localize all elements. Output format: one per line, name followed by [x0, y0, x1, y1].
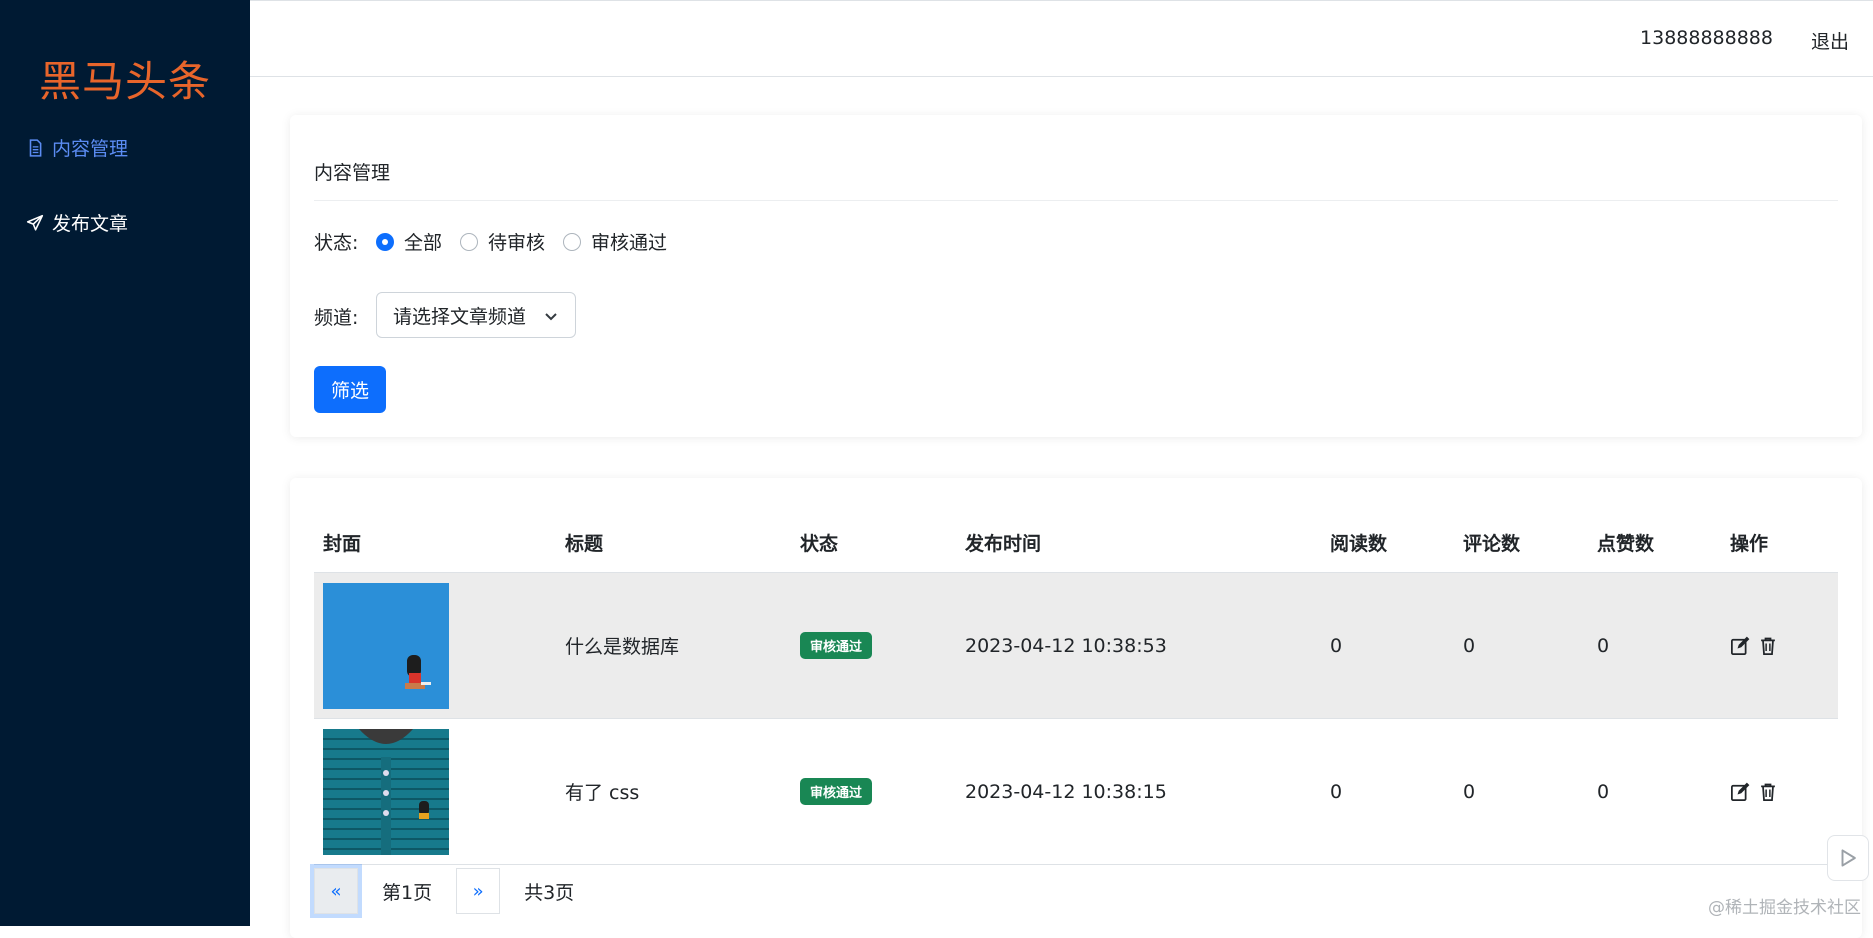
radio-label: 全部 [404, 232, 443, 254]
total-pages-text: 共3页 [524, 881, 575, 904]
next-page-button[interactable]: » [456, 868, 501, 914]
status-badge: 审核通过 [800, 632, 873, 659]
app-logo: 黑马头条 [38, 57, 211, 106]
status-label: 状态: [314, 232, 359, 254]
col-header: 操作 [1721, 512, 1838, 573]
pagination: « 第1页 » 共3页 [314, 868, 598, 914]
cover-image [323, 582, 449, 709]
current-page-text: 第1页 [382, 881, 433, 904]
title-cell: 什么是数据库 [556, 572, 791, 719]
document-icon [26, 138, 44, 157]
status-cell: 审核通过 [791, 718, 956, 865]
prev-page-button[interactable]: « [314, 868, 358, 914]
status-radio-group: 全部 待审核 审核通过 [376, 228, 685, 255]
sidebar-item-content-management[interactable]: 内容管理 [26, 134, 128, 161]
status-badge: 审核通过 [800, 778, 873, 805]
actions-cell [1721, 718, 1838, 865]
reads-cell: 0 [1321, 718, 1454, 865]
channel-label: 频道: [314, 307, 359, 329]
time-cell: 2023-04-12 10:38:15 [956, 718, 1321, 865]
sidebar-item-label: 内容管理 [52, 138, 129, 160]
top-bar: 13888888888 退出 [250, 0, 1873, 77]
filter-button[interactable]: 筛选 [314, 366, 386, 413]
edit-icon[interactable] [1730, 636, 1750, 656]
card-title: 内容管理 [314, 162, 391, 184]
likes-cell: 0 [1588, 718, 1721, 865]
time-cell: 2023-04-12 10:38:53 [956, 572, 1321, 719]
play-icon[interactable] [1827, 835, 1869, 881]
channel-select[interactable]: 请选择文章频道 [376, 292, 576, 338]
radio-all[interactable]: 全部 [376, 228, 442, 255]
likes-cell: 0 [1588, 572, 1721, 719]
col-header: 发布时间 [956, 512, 1321, 573]
send-icon [26, 214, 44, 232]
status-cell: 审核通过 [791, 572, 956, 719]
table-header-row: 封面 标题 状态 发布时间 阅读数 评论数 点赞数 操作 [314, 512, 1838, 573]
radio-pending[interactable]: 待审核 [460, 228, 545, 255]
radio-button[interactable] [563, 232, 582, 251]
col-header: 阅读数 [1321, 512, 1454, 573]
col-header: 封面 [314, 512, 556, 573]
sidebar-item-label: 发布文章 [52, 213, 129, 235]
chevron-down-icon [543, 307, 559, 323]
divider [314, 200, 1838, 201]
cover-image [323, 728, 449, 855]
select-value: 请选择文章频道 [393, 305, 527, 328]
radio-button-checked[interactable] [376, 232, 394, 251]
col-header: 状态 [791, 512, 956, 573]
user-phone: 13888888888 [1640, 27, 1773, 49]
actions-cell [1721, 572, 1838, 719]
watermark: @稀土掘金技术社区 [1708, 898, 1861, 918]
sidebar-item-publish-article[interactable]: 发布文章 [26, 209, 128, 236]
filter-card: 内容管理 状态: 全部 待审核 审核通过 频道: 请选择文章频道 筛选 [290, 115, 1862, 437]
logout-link[interactable]: 退出 [1811, 27, 1849, 54]
comments-cell: 0 [1454, 572, 1588, 719]
col-header: 标题 [556, 512, 791, 573]
table-row: 有了 css 审核通过 2023-04-12 10:38:15 0 0 0 [314, 718, 1838, 865]
title-cell: 有了 css [556, 718, 791, 865]
sidebar: 黑马头条 内容管理 发布文章 [0, 0, 250, 926]
table-row: 什么是数据库 审核通过 2023-04-12 10:38:53 0 0 0 [314, 572, 1838, 719]
radio-label: 待审核 [488, 232, 546, 254]
edit-icon[interactable] [1730, 782, 1750, 802]
trash-icon[interactable] [1758, 782, 1778, 802]
comments-cell: 0 [1454, 718, 1588, 865]
radio-button[interactable] [460, 232, 479, 251]
reads-cell: 0 [1321, 572, 1454, 719]
radio-label: 审核通过 [591, 232, 668, 254]
trash-icon[interactable] [1758, 636, 1778, 656]
cover-cell [314, 718, 556, 865]
article-table: 封面 标题 状态 发布时间 阅读数 评论数 点赞数 操作 什么是数据库 审核通过… [314, 512, 1838, 865]
cover-cell [314, 572, 556, 719]
col-header: 点赞数 [1588, 512, 1721, 573]
article-table-card: 封面 标题 状态 发布时间 阅读数 评论数 点赞数 操作 什么是数据库 审核通过… [290, 478, 1862, 938]
radio-approved[interactable]: 审核通过 [563, 228, 667, 255]
col-header: 评论数 [1454, 512, 1588, 573]
